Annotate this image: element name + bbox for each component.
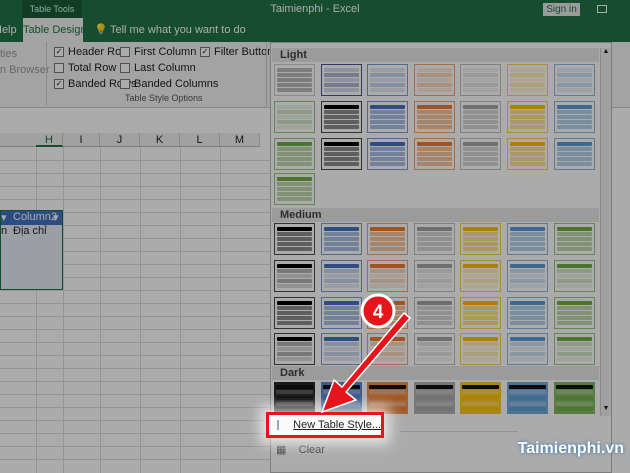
arrow-shape	[320, 311, 412, 414]
watermark-text: Taimienphi.vn	[517, 440, 624, 457]
annotation-arrow: 4	[320, 293, 412, 414]
step-number: 4	[373, 302, 384, 323]
watermark-logo: Taimienphi.vn	[494, 440, 624, 458]
